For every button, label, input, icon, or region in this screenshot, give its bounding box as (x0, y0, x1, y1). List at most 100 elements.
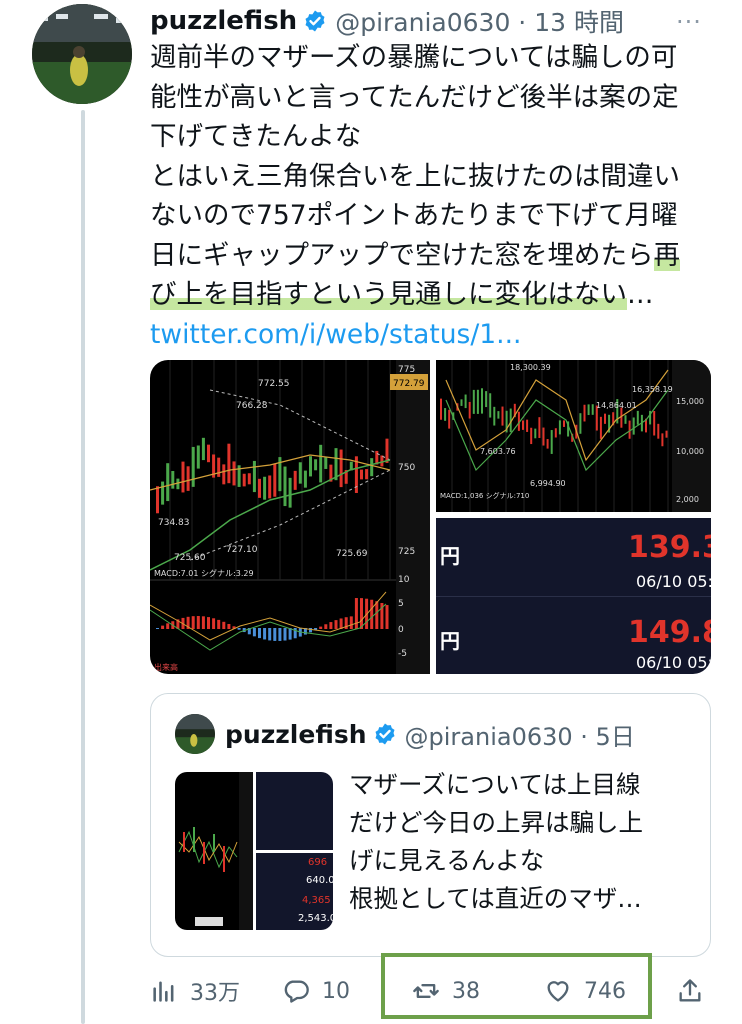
reply-icon (284, 980, 309, 1003)
like-button[interactable]: 746 (544, 966, 626, 1016)
candle (288, 477, 292, 508)
candle (665, 430, 668, 438)
chart-label: 772.79 (393, 379, 425, 389)
candle (620, 407, 623, 428)
macd-bar (319, 626, 323, 629)
price-value: 139.38 (628, 530, 711, 565)
macd-bar (283, 628, 287, 641)
tweet-link[interactable]: twitter.com/i/web/status/1... (150, 315, 718, 355)
candle (468, 401, 471, 419)
currency-label: 円 (440, 544, 460, 568)
candle (161, 481, 165, 505)
more-options-icon[interactable]: ··· (676, 8, 702, 36)
macd-bar (278, 628, 282, 641)
candle (181, 461, 185, 493)
line-chart: 18,300.39 16,358.19 14,864.01 7,603.76 6… (440, 360, 711, 512)
macd-bar (309, 628, 312, 633)
candle (252, 460, 256, 493)
avatar[interactable] (32, 4, 132, 104)
chart-label: 0 (398, 625, 404, 635)
candle (314, 459, 318, 471)
candle (661, 433, 664, 447)
price-panel-1[interactable]: 円 139.38 06/10 05:3 (436, 518, 711, 596)
macd-bar (252, 628, 256, 637)
candle (448, 409, 451, 429)
chart-label: 725.69 (336, 549, 368, 559)
tweet-header: puzzlefish @pirania0630 · 13 時間 (150, 4, 624, 38)
share-button[interactable] (676, 966, 704, 1016)
candle (303, 470, 307, 488)
display-name[interactable]: puzzlefish (150, 6, 297, 36)
candle (489, 393, 492, 418)
candle (227, 443, 231, 484)
candle (563, 420, 565, 427)
candle (334, 448, 338, 481)
retweet-button[interactable]: 38 (412, 966, 480, 1016)
tweet-line-text: 日にギャップアップで空けた窓を埋めたら (150, 239, 654, 271)
quoted-avatar[interactable] (175, 714, 215, 754)
handle-and-time[interactable]: @pirania0630 · 13 時間 (335, 3, 624, 39)
candle (624, 415, 627, 424)
macd-bar (201, 616, 205, 629)
media-chart-1[interactable]: 734.83 772.55 766.28 725.60 727.10 725.6… (150, 360, 430, 674)
macd-bar (288, 628, 292, 640)
views-button[interactable]: 33万 (150, 966, 240, 1016)
chart-label: 14,864.01 (596, 401, 637, 410)
candle (653, 411, 656, 436)
highlighted-text: 再 (653, 239, 680, 271)
tweet-line: ないので757ポイントあたりまで下げて月曜 (150, 200, 678, 231)
candle (579, 413, 582, 434)
thumb-value: 640.0 (306, 875, 333, 886)
candle (501, 406, 504, 426)
thumb-value: 2,543.0 (298, 913, 333, 924)
chart-label: 725.60 (174, 553, 206, 563)
macd-bar (222, 621, 226, 629)
candlestick-chart: 734.83 772.55 766.28 725.60 727.10 725.6… (150, 360, 430, 674)
candle (319, 444, 323, 483)
candle (558, 420, 561, 435)
currency-label: 円 (440, 629, 460, 653)
candle (632, 417, 635, 435)
price-time: 06/10 05:3 (636, 572, 711, 591)
chart-label: -5 (398, 649, 407, 659)
candle (232, 461, 236, 486)
bar-chart-icon (153, 981, 174, 1002)
chart-label: 734.83 (158, 518, 190, 528)
candle (476, 389, 479, 414)
candle (636, 410, 639, 425)
candle (380, 455, 384, 467)
candle (472, 389, 475, 414)
quoted-price-thumb: 696 640.0 4,365 2,543.0 (256, 853, 333, 930)
candle (309, 456, 312, 477)
candle (542, 427, 545, 446)
candle (191, 446, 195, 487)
quoted-handle-and-time: @pirania0630 · 5日 (404, 722, 635, 751)
candle (171, 470, 175, 489)
chart-label: 18,300.39 (510, 363, 551, 372)
chart-label: 出来高 (154, 662, 178, 672)
chart-label: 727.10 (226, 545, 258, 555)
quoted-line: だけど今日の上昇は騙し上 (349, 808, 643, 837)
price-panel-2[interactable]: 円 149.80 06/10 05:3 (436, 596, 711, 674)
candle (217, 457, 221, 477)
candle (604, 413, 606, 424)
candle (166, 463, 170, 502)
reply-button[interactable]: 10 (282, 966, 350, 1016)
macd-bar (385, 605, 389, 629)
macd-bar (263, 628, 267, 640)
macd-bar (375, 601, 379, 629)
candle (222, 464, 226, 485)
candle (628, 420, 631, 439)
ellipsis: … (627, 279, 654, 310)
candle (534, 428, 537, 439)
candle (522, 420, 524, 430)
chart-label: 750 (398, 463, 415, 473)
tweet-line: 下げてきたんよな (150, 121, 362, 152)
macd-bar (354, 598, 358, 629)
quoted-tweet[interactable]: puzzlefish @pirania0630 · 5日 696 640.0 4… (150, 693, 711, 957)
candle (258, 478, 261, 498)
chart-label: 772.55 (258, 379, 290, 389)
tweet-line: 週前半のマザーズの暴騰については騙しの可 (150, 42, 678, 73)
retweet-count: 38 (452, 978, 480, 1004)
media-chart-2[interactable]: 18,300.39 16,358.19 14,864.01 7,603.76 6… (436, 360, 711, 512)
